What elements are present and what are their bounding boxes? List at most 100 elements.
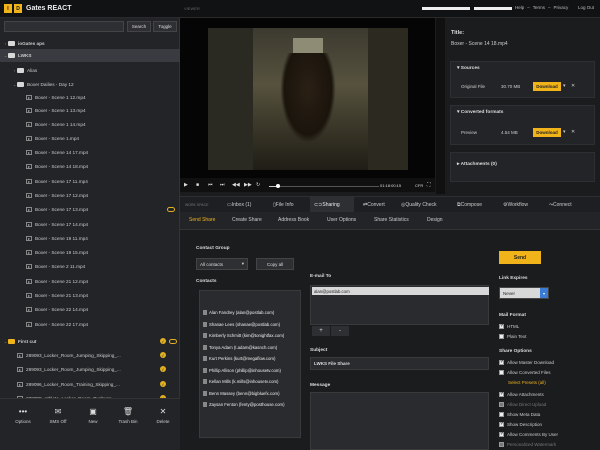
tree-item[interactable]: 289096_Locker_Room_Training_Skipping_...… xyxy=(0,378,180,391)
checkbox-checked[interactable] xyxy=(499,359,504,365)
opt-direct-upload[interactable]: Allow Direct Upload xyxy=(499,402,546,407)
tree-item[interactable]: Boxer - Scene 1 14.mp4 xyxy=(0,118,180,131)
tab-connect[interactable]: ⤳ Connect xyxy=(546,197,575,213)
subtab-send-share[interactable]: Send Share xyxy=(189,217,215,223)
format-html-option[interactable]: HTML xyxy=(499,323,519,329)
close-icon[interactable]: ✕ xyxy=(571,83,575,89)
tree-item[interactable]: ⌄ Boxer Dailies - Day 12 xyxy=(0,78,180,91)
checkbox-checked[interactable] xyxy=(499,421,504,427)
tab-compose[interactable]: ⧉ Compose xyxy=(454,197,485,213)
chevron-down-icon[interactable]: ▾ xyxy=(563,129,566,135)
tab-inbox[interactable]: ▭ Inbox (1) xyxy=(224,197,254,213)
message-textarea[interactable] xyxy=(310,392,489,450)
opt-meta-data[interactable]: Show Meta Data xyxy=(499,412,540,417)
trash-bin-button[interactable]: 🗑 Trash Bin xyxy=(113,407,143,424)
contact-item[interactable]: Tonya Adam (t.adam@kasnch.com) xyxy=(203,344,277,350)
forward-icon[interactable]: ▶▶ xyxy=(244,182,252,188)
contact-item[interactable]: Kimberly Schmitt (kim@tonightfax.com) xyxy=(203,333,284,338)
checkbox-disabled[interactable] xyxy=(499,442,504,447)
tree-item[interactable]: Boxer - Scene 19 15.mp4 xyxy=(0,246,180,259)
format-plain-option[interactable]: Plain Text xyxy=(499,334,526,339)
subtab-share-statistics[interactable]: Share Statistics xyxy=(374,217,409,223)
email-to-list[interactable]: alan@postlab.com xyxy=(310,285,489,325)
loop-icon[interactable]: ↻ xyxy=(256,182,260,188)
prev-frame-icon[interactable]: ⏮ xyxy=(208,182,213,188)
subtab-user-options[interactable]: User Options xyxy=(327,217,356,223)
delete-button[interactable]: ✕ Delete xyxy=(148,407,178,424)
checkbox-unchecked[interactable] xyxy=(499,334,504,339)
logout-link[interactable]: Log Out xyxy=(578,5,594,10)
preview-download-button[interactable]: Download xyxy=(533,128,561,137)
tree-item[interactable]: Boxer - Scene 21 13.mp4 xyxy=(0,289,180,302)
fullscreen-icon[interactable]: ⛶ xyxy=(427,182,431,188)
play-icon[interactable]: ▶ xyxy=(184,182,188,188)
tab-quality-check[interactable]: ◎ Quality Check xyxy=(398,197,440,213)
rewind-icon[interactable]: ◀◀ xyxy=(232,182,240,188)
tab-sharing[interactable]: ⊂⊃ Sharing xyxy=(310,197,354,213)
next-frame-icon[interactable]: ⏭ xyxy=(220,182,225,188)
subtab-address-book[interactable]: Address Book xyxy=(278,217,309,223)
contact-item[interactable]: Alan Fandrey (alan@postlab.com) xyxy=(203,310,274,315)
tree-item[interactable]: Boxer - Scene 14 18.mp4 xyxy=(0,160,180,173)
contact-item[interactable]: Kurt Perkins (kurt@megaflow.com) xyxy=(203,356,275,361)
search-input[interactable] xyxy=(4,21,124,32)
new-button[interactable]: ▣ New xyxy=(78,407,108,424)
remove-recipient-button[interactable]: - xyxy=(331,326,349,336)
tree-item[interactable]: Boxer - Scene 17 11.mp4 xyxy=(0,175,180,188)
checkbox-checked[interactable] xyxy=(499,391,504,397)
privacy-link[interactable]: Privacy xyxy=(554,5,569,10)
tree-item[interactable]: Boxer - Scene 17 13.mp4 xyxy=(0,203,180,216)
email-recipient[interactable]: alan@postlab.com xyxy=(312,287,489,295)
tree-item[interactable]: 289093_Locker_Room_Jumping_Skipping_... ✓ xyxy=(0,349,180,362)
tab-file-info[interactable]: ▯ File Info xyxy=(270,197,297,213)
subtab-create-share[interactable]: Create Share xyxy=(232,217,262,223)
opt-comments[interactable]: Allow Comments By User xyxy=(499,431,558,437)
contact-item[interactable]: Kellan Mills (k.mills@inhousetv.com) xyxy=(203,379,278,384)
chevron-down-icon[interactable]: ▾ xyxy=(563,83,566,89)
checkbox-unchecked[interactable] xyxy=(499,370,504,375)
checkbox-disabled[interactable] xyxy=(499,402,504,407)
scrub-bar[interactable] xyxy=(269,184,379,188)
contacts-list[interactable]: Alan Fandrey (alan@postlab.com) Shanae Le… xyxy=(199,290,301,438)
opt-attachments[interactable]: Allow Attachments xyxy=(499,391,544,397)
add-recipient-button[interactable]: + xyxy=(312,326,330,336)
sms-button[interactable]: ✉ SMS Off xyxy=(43,407,73,424)
opt-description[interactable]: Show Description xyxy=(499,421,542,427)
tree-item[interactable]: ⌄ LWKS xyxy=(0,49,180,62)
original-download-button[interactable]: Download xyxy=(533,82,561,91)
help-link[interactable]: Help xyxy=(515,5,524,10)
checkbox-unchecked[interactable] xyxy=(499,412,504,417)
attachments-header[interactable]: ▸ Attachments (0) xyxy=(457,162,497,167)
video-player[interactable] xyxy=(180,18,435,178)
tree-item[interactable]: Boxer - Scene 21 12.mp4 xyxy=(0,275,180,288)
contact-item[interactable]: Shanae Lees (shanae@postlab.com) xyxy=(203,321,280,327)
contact-item[interactable]: Zaysan Fenton (fenty@posthouse.com) xyxy=(203,402,285,407)
options-button[interactable]: ••• Options xyxy=(8,407,38,424)
tab-workflow[interactable]: ⚙ Workflow xyxy=(500,197,531,213)
tree-item[interactable]: Boxer - Scene 2 11.mp4 xyxy=(0,260,180,273)
contact-item[interactable]: Benn Massey (benn@bigbluefx.com) xyxy=(203,390,280,396)
tree-item[interactable]: Boxer - Scene 1 12.mp4 xyxy=(0,91,180,104)
tree-item[interactable]: Boxer - Scene 19 11.mp4 xyxy=(0,232,180,245)
opt-master-download[interactable]: Allow Master Download xyxy=(499,359,554,365)
contact-group-select[interactable]: All contacts ▾ xyxy=(196,258,248,270)
search-button[interactable]: Search xyxy=(127,21,151,32)
terms-link[interactable]: Terms xyxy=(533,5,545,10)
contact-item[interactable]: Phillip Allison (phillip@inhousetv.com) xyxy=(203,367,281,373)
tree-item[interactable]: Boxer - Scene 22 17.mp4 xyxy=(0,318,180,331)
tree-item[interactable]: Boxer - Scene 17 14.mp4 xyxy=(0,218,180,231)
checkbox-checked[interactable] xyxy=(499,431,504,437)
checkbox-checked[interactable] xyxy=(499,323,504,329)
toggle-button[interactable]: Toggle xyxy=(153,21,177,32)
tree-item[interactable]: ⌄ First cut ✓ xyxy=(0,335,180,348)
subject-input[interactable]: LWKS File Share xyxy=(310,357,489,370)
copy-all-button[interactable]: Copy all xyxy=(256,258,294,270)
opt-watermark[interactable]: Personalized Watermark xyxy=(499,442,556,447)
subtab-design[interactable]: Design xyxy=(427,217,443,223)
stop-icon[interactable]: ■ xyxy=(196,182,199,188)
select-presets-link[interactable]: Select Presets (all) xyxy=(508,380,546,385)
app-logo[interactable]: I D Gates REACT xyxy=(4,4,72,13)
tree-item[interactable]: 289093_Locker_Room_Jumping_Skipping_... ✓ xyxy=(0,363,180,376)
send-button[interactable]: Send xyxy=(499,251,541,264)
tree-item[interactable]: › Alias xyxy=(0,64,180,77)
